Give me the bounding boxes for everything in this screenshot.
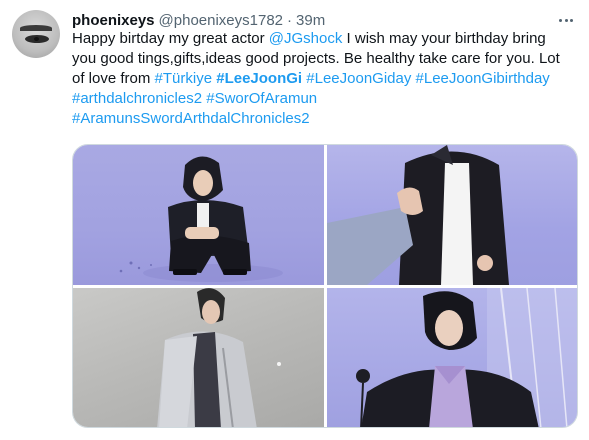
hashtag-link[interactable]: #LeeJoonGi (216, 70, 302, 87)
tweet-text-line: #arthdalchronicles2 #SworOfAramun (72, 89, 582, 109)
tweet-text-line: of love from #Türkiye #LeeJoonGi #LeeJoo… (72, 69, 582, 89)
more-dot (564, 18, 568, 22)
text-segment: I wish may your birthday bring (342, 30, 546, 47)
photo-4-illustration (356, 288, 577, 427)
more-dot (570, 18, 573, 22)
avatar-brow (20, 25, 52, 31)
media-grid (72, 144, 578, 428)
photo-4[interactable] (327, 288, 577, 427)
hashtag-link[interactable]: #LeeJoonGiday (306, 70, 411, 87)
photo-3-illustration (157, 288, 281, 427)
more-dot (559, 18, 562, 22)
avatar[interactable] (12, 10, 60, 58)
photo-3[interactable] (73, 288, 324, 427)
avatar-eye (25, 35, 49, 43)
tweet[interactable]: phoenixeys @phoenixeys1782 · 39m Happy b… (0, 0, 589, 440)
tweet-text-line: Happy birtday my great actor @JGshock I … (72, 29, 582, 49)
mention-link[interactable]: @JGshock (269, 30, 343, 47)
tweet-text-line: #AramunsSwordArthdalChronicles2 (72, 109, 582, 129)
separator-dot: · (287, 11, 293, 29)
photo-2-illustration (327, 145, 509, 285)
hashtag-link[interactable]: #Türkiye (155, 70, 213, 87)
photo-1-illustration (119, 156, 283, 282)
text-segment: Happy birtday my great actor (72, 30, 269, 47)
author-name[interactable]: phoenixeys (72, 12, 155, 29)
more-horizontal-icon[interactable] (556, 12, 576, 28)
tweet-text: Happy birtday my great actor @JGshock I … (72, 29, 582, 129)
tweet-header: phoenixeys @phoenixeys1782 · 39m (72, 10, 325, 30)
photo-2[interactable] (327, 145, 577, 285)
tweet-text-line: you good tings,gifts,ideas good projects… (72, 50, 560, 67)
hashtag-link[interactable]: #LeeJoonGibirthday (416, 70, 550, 87)
hashtag-link[interactable]: #AramunsSwordArthdalChronicles2 (72, 110, 310, 127)
author-handle[interactable]: @phoenixeys1782 (159, 12, 283, 29)
photo-1[interactable] (73, 145, 324, 285)
timestamp[interactable]: 39m (296, 12, 325, 29)
text-segment: of love from (72, 70, 155, 87)
hashtag-link[interactable]: #SworOfAramun (206, 90, 317, 107)
hashtag-link[interactable]: #arthdalchronicles2 (72, 90, 202, 107)
